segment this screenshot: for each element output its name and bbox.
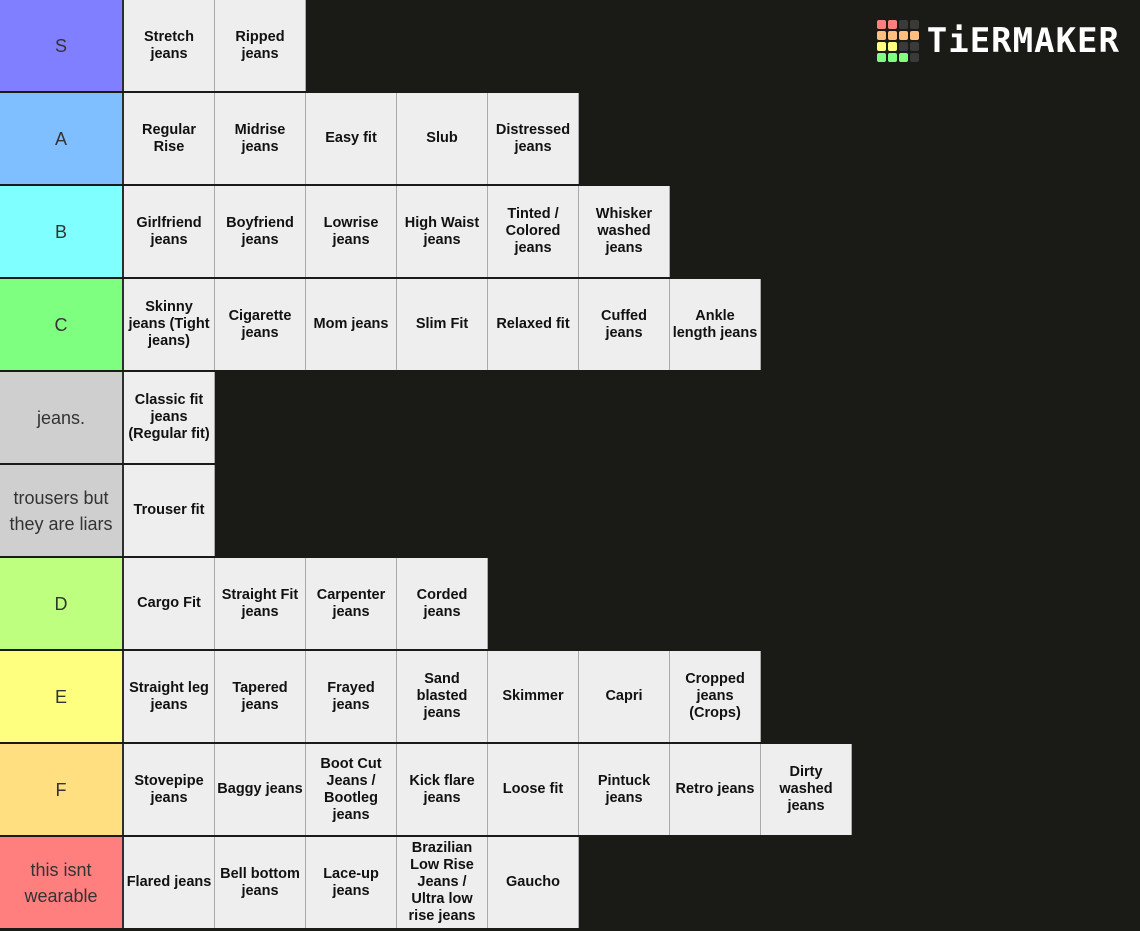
tier-item-card[interactable]: Gaucho: [488, 837, 579, 928]
tier-item-card[interactable]: Skimmer: [488, 651, 579, 742]
logo-grid-cell: [887, 31, 897, 40]
tier-item-card[interactable]: Cigarette jeans: [215, 279, 306, 370]
tiermaker-logo: TiERMAKER: [876, 20, 1120, 62]
tier-row: this isnt wearable Flared jeans Bell botto…: [0, 837, 1140, 928]
tier-items: Flared jeans Bell bottom jeans Lace-up jea…: [124, 837, 579, 928]
logo-grid-cell: [876, 20, 886, 29]
tier-label[interactable]: this isnt wearable: [0, 837, 124, 928]
tier-item-card[interactable]: Corded jeans: [397, 558, 488, 649]
tier-item-card[interactable]: Regular Rise: [124, 93, 215, 184]
tier-item-card[interactable]: Flared jeans: [124, 837, 215, 928]
tier-item-card[interactable]: Cropped jeans (Crops): [670, 651, 761, 742]
tier-row: C Skinny jeans (Tight jeans) Cigarette jea…: [0, 279, 1140, 370]
tier-item-card[interactable]: Tinted / Colored jeans: [488, 186, 579, 277]
tier-item-card[interactable]: Kick flare jeans: [397, 744, 488, 835]
tier-row: A Regular Rise Midrise jeans Easy fit Slub Di…: [0, 93, 1140, 184]
logo-grid-cell: [887, 20, 897, 29]
logo-grid-cell: [887, 42, 897, 51]
tier-row: F Stovepipe jeans Baggy jeans Boot Cut Jean…: [0, 744, 1140, 835]
tier-items: Regular Rise Midrise jeans Easy fit Slub Dis…: [124, 93, 579, 184]
tier-row: D Cargo Fit Straight Fit jeans Carpenter je…: [0, 558, 1140, 649]
tier-item-card[interactable]: Bell bottom jeans: [215, 837, 306, 928]
tier-item-card[interactable]: Capri: [579, 651, 670, 742]
tier-label[interactable]: trousers but they are liars: [0, 465, 124, 556]
tier-items: Straight leg jeans Tapered jeans Frayed je…: [124, 651, 761, 742]
tier-list-board: this isnt wearable Flared jeans Bell botto…: [0, 0, 1140, 931]
tier-item-card[interactable]: Cargo Fit: [124, 558, 215, 649]
tier-item-card[interactable]: Pintuck jeans: [579, 744, 670, 835]
tier-row: E Straight leg jeans Tapered jeans Frayed j…: [0, 651, 1140, 742]
logo-grid-cell: [876, 53, 886, 62]
tier-item-card[interactable]: Straight leg jeans: [124, 651, 215, 742]
tier-item-card[interactable]: Frayed jeans: [306, 651, 397, 742]
tier-item-card[interactable]: Straight Fit jeans: [215, 558, 306, 649]
tier-item-card[interactable]: Slub: [397, 93, 488, 184]
tier-item-card[interactable]: High Waist jeans: [397, 186, 488, 277]
tier-item-card[interactable]: Boyfriend jeans: [215, 186, 306, 277]
tier-item-card[interactable]: Slim Fit: [397, 279, 488, 370]
tier-item-card[interactable]: Loose fit: [488, 744, 579, 835]
tier-row: B Girlfriend jeans Boyfriend jeans Lowrise …: [0, 186, 1140, 277]
tier-label[interactable]: C: [0, 279, 124, 370]
logo-grid-cell: [898, 53, 908, 62]
logo-grid-cell: [876, 42, 886, 51]
tier-item-card[interactable]: Mom jeans: [306, 279, 397, 370]
tier-items: Cargo Fit Straight Fit jeans Carpenter jea…: [124, 558, 488, 649]
tier-items: Skinny jeans (Tight jeans) Cigarette jean…: [124, 279, 761, 370]
tier-item-card[interactable]: Midrise jeans: [215, 93, 306, 184]
tiermaker-logo-text: TiERMAKER: [926, 21, 1120, 61]
tier-label[interactable]: D: [0, 558, 124, 649]
logo-grid-cell: [898, 42, 908, 51]
tier-item-card[interactable]: Cuffed jeans: [579, 279, 670, 370]
tier-label[interactable]: S: [0, 0, 124, 91]
tier-row: trousers but they are liars Trouser fit: [0, 465, 1140, 556]
tier-item-card[interactable]: Skinny jeans (Tight jeans): [124, 279, 215, 370]
tier-item-card[interactable]: Ankle length jeans: [670, 279, 761, 370]
tier-item-card[interactable]: Distressed jeans: [488, 93, 579, 184]
tier-row: jeans. Classic fit jeans (Regular fit): [0, 372, 1140, 463]
logo-grid-cell: [909, 31, 919, 40]
tier-item-card[interactable]: Girlfriend jeans: [124, 186, 215, 277]
tier-label[interactable]: E: [0, 651, 124, 742]
tier-item-card[interactable]: Boot Cut Jeans / Bootleg jeans: [306, 744, 397, 835]
tier-label[interactable]: F: [0, 744, 124, 835]
logo-grid-cell: [876, 31, 886, 40]
tier-item-card[interactable]: Ripped jeans: [215, 0, 306, 91]
tier-items: Stretch jeans Ripped jeans: [124, 0, 306, 91]
tier-label[interactable]: A: [0, 93, 124, 184]
tier-items: Classic fit jeans (Regular fit): [124, 372, 215, 463]
tier-item-card[interactable]: Retro jeans: [670, 744, 761, 835]
tier-item-card[interactable]: Whisker washed jeans: [579, 186, 670, 277]
tier-item-card[interactable]: Lace-up jeans: [306, 837, 397, 928]
tier-item-card[interactable]: Stovepipe jeans: [124, 744, 215, 835]
tier-label[interactable]: B: [0, 186, 124, 277]
tier-item-card[interactable]: Dirty washed jeans: [761, 744, 852, 835]
logo-grid-cell: [887, 53, 897, 62]
tier-item-card[interactable]: Baggy jeans: [215, 744, 306, 835]
tier-item-card[interactable]: Easy fit: [306, 93, 397, 184]
tier-item-card[interactable]: Relaxed fit: [488, 279, 579, 370]
logo-grid-cell: [909, 53, 919, 62]
tier-item-card[interactable]: Stretch jeans: [124, 0, 215, 91]
tier-label[interactable]: jeans.: [0, 372, 124, 463]
tier-item-card[interactable]: Carpenter jeans: [306, 558, 397, 649]
tier-item-card[interactable]: Trouser fit: [124, 465, 215, 556]
tier-item-card[interactable]: Tapered jeans: [215, 651, 306, 742]
tier-items: Stovepipe jeans Baggy jeans Boot Cut Jeans…: [124, 744, 852, 835]
tiermaker-grid-icon: [876, 20, 919, 62]
tier-item-card[interactable]: Brazilian Low Rise Jeans / Ultra low ris…: [397, 837, 488, 928]
tier-item-card[interactable]: Lowrise jeans: [306, 186, 397, 277]
tier-item-card[interactable]: Classic fit jeans (Regular fit): [124, 372, 215, 463]
logo-grid-cell: [909, 42, 919, 51]
logo-grid-cell: [898, 20, 908, 29]
tier-items: Girlfriend jeans Boyfriend jeans Lowrise j…: [124, 186, 670, 277]
logo-grid-cell: [909, 20, 919, 29]
logo-grid-cell: [898, 31, 908, 40]
tier-item-card[interactable]: Sand blasted jeans: [397, 651, 488, 742]
tier-items: Trouser fit: [124, 465, 215, 556]
